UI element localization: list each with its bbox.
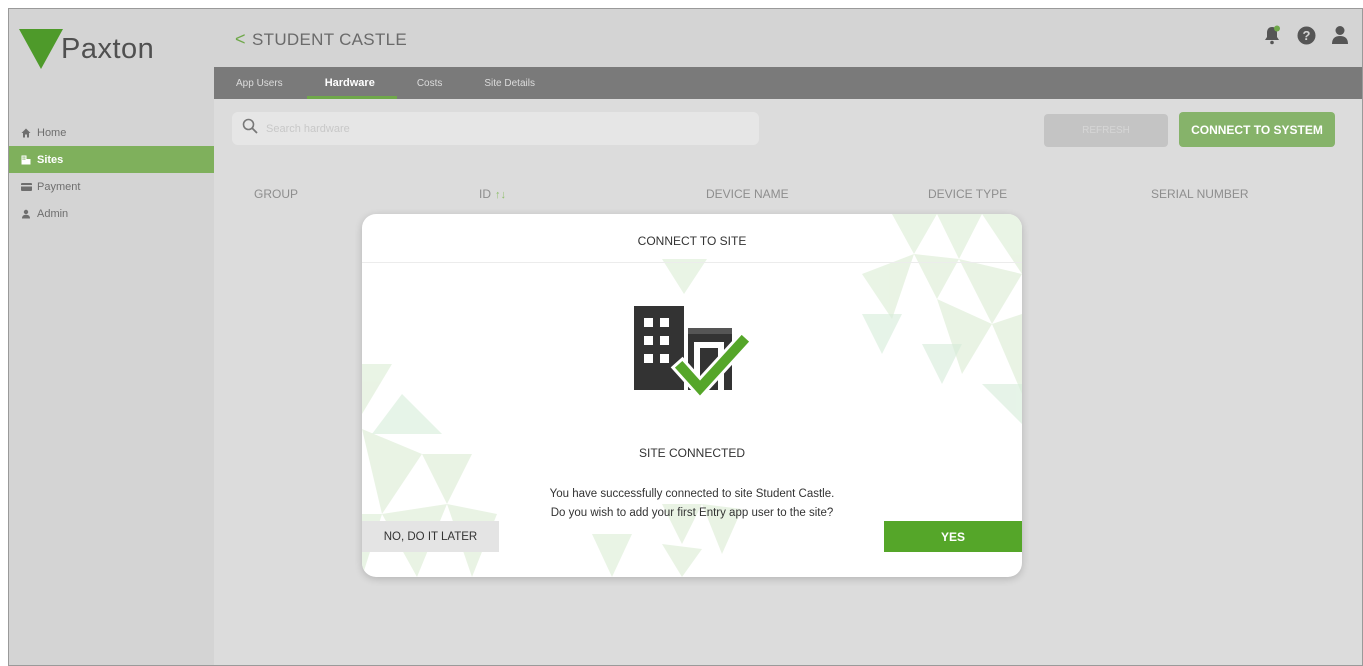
no-do-it-later-button[interactable]: NO, DO IT LATER [362,521,499,552]
sidebar-item-label: Payment [37,180,81,193]
search-box[interactable] [232,112,759,145]
notification-bell-icon[interactable] [1262,25,1282,45]
column-header-label: ID [479,187,491,201]
page-title: STUDENT CASTLE [252,30,408,49]
back-chevron-icon[interactable]: < [235,29,246,50]
sidebar-item-home[interactable]: Home [9,119,214,146]
sidebar: Paxton Home Sites Payment Admin [9,9,214,665]
app-window: Paxton Home Sites Payment Admin < STUDEN… [8,8,1363,666]
search-icon [242,118,258,139]
card-icon [19,182,33,191]
tab-hardware[interactable]: Hardware [306,67,397,99]
yes-button[interactable]: YES [884,521,1022,552]
tab-bar: App Users Hardware Costs Site Details [214,67,1362,99]
top-header: < STUDENT CASTLE ? [214,9,1362,67]
building-check-icon [634,306,754,400]
header-actions: ? [1262,25,1350,45]
home-icon [19,128,33,138]
sidebar-item-label: Sites [37,153,64,166]
dialog-message-line: You have successfully connected to site … [549,488,835,500]
logo-text: Paxton [61,32,155,65]
sidebar-item-label: Home [37,126,67,139]
sidebar-nav: Home Sites Payment Admin [9,119,214,227]
user-icon [19,209,33,219]
paxton-logo: Paxton [19,27,154,71]
column-header-device-type[interactable]: DEVICE TYPE [928,187,1007,201]
tab-site-details[interactable]: Site Details [484,67,557,99]
sort-arrows-icon[interactable]: ↑↓ [495,189,506,201]
column-header-id[interactable]: ID ↑↓ [479,187,506,201]
sidebar-item-payment[interactable]: Payment [9,173,214,200]
connect-to-system-button[interactable]: CONNECT TO SYSTEM [1179,112,1335,147]
column-header-group[interactable]: GROUP [254,187,298,201]
column-header-serial-number[interactable]: SERIAL NUMBER [1151,187,1249,201]
dialog-divider [362,262,1022,263]
table-header: GROUP ID ↑↓ DEVICE NAME DEVICE TYPE SERIA… [214,187,1362,207]
sidebar-item-admin[interactable]: Admin [9,200,214,227]
connect-site-dialog: CONNECT TO SITE SITE CONNECTED You have … [362,214,1022,577]
tab-app-users[interactable]: App Users [236,67,305,99]
dialog-title: CONNECT TO SITE [637,234,747,248]
help-icon[interactable]: ? [1296,25,1316,45]
logo-triangle-icon [19,29,63,69]
sidebar-item-label: Admin [37,207,69,220]
sidebar-item-sites[interactable]: Sites [9,146,214,173]
column-header-device-name[interactable]: DEVICE NAME [706,187,789,201]
dialog-heading: SITE CONNECTED [638,446,745,460]
dialog-message: You have successfully connected to site … [362,485,1022,523]
building-icon [19,155,33,165]
svg-text:?: ? [1302,28,1310,43]
tab-costs[interactable]: Costs [417,67,465,99]
search-input[interactable] [266,122,666,135]
refresh-button[interactable]: REFRESH [1044,114,1168,147]
account-icon[interactable] [1330,25,1350,45]
